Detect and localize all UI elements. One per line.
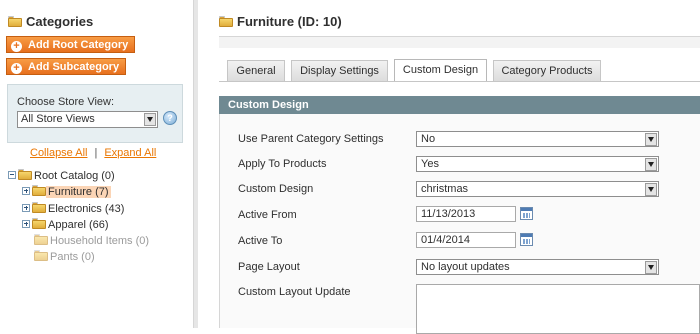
sidebar-title: Categories (8, 14, 93, 29)
collapse-all-link[interactable]: Collapse All (30, 147, 87, 159)
section-header: Custom Design (219, 96, 700, 114)
folder-icon (32, 185, 46, 196)
folder-icon (8, 16, 22, 27)
tree-node-root-catalog[interactable]: Root Catalog (0) (8, 169, 117, 183)
dropdown-arrow-icon (645, 183, 657, 196)
expand-toggle-icon[interactable] (22, 187, 30, 195)
folder-icon (34, 234, 48, 245)
tree-node-pants[interactable]: Pants (0) (34, 250, 97, 264)
tree-node-apparel[interactable]: Apparel (66) (22, 218, 111, 232)
tree-node-furniture[interactable]: Furniture (7) (22, 185, 111, 199)
active-from-input[interactable]: 11/13/2013 (416, 206, 516, 222)
calendar-icon[interactable] (520, 233, 533, 246)
help-icon[interactable]: ? (163, 111, 177, 125)
tree-controls: Collapse All | Expand All (30, 147, 156, 159)
custom-layout-update-textarea[interactable] (416, 284, 700, 334)
use-parent-settings-select[interactable]: No (416, 131, 659, 147)
folder-icon (219, 16, 233, 27)
store-view-label: Choose Store View: (17, 96, 115, 108)
tree-node-electronics[interactable]: Electronics (43) (22, 202, 126, 216)
tab-general[interactable]: General (227, 60, 285, 81)
page-title: Furniture (ID: 10) (219, 14, 342, 29)
folder-icon (32, 218, 46, 229)
custom-layout-update-label: Custom Layout Update (238, 286, 351, 298)
folder-icon (34, 250, 48, 261)
apply-to-products-select[interactable]: Yes (416, 156, 659, 172)
custom-design-label: Custom Design (238, 183, 314, 195)
tab-bar-line (219, 81, 700, 82)
link-separator: | (94, 147, 98, 159)
use-parent-settings-label: Use Parent Category Settings (238, 133, 384, 145)
page-layout-select[interactable]: No layout updates (416, 259, 659, 275)
dropdown-arrow-icon (144, 113, 156, 126)
plus-icon: + (11, 63, 22, 74)
tree-node-household-items[interactable]: Household Items (0) (34, 234, 151, 248)
expand-all-link[interactable]: Expand All (104, 147, 156, 159)
page-layout-label: Page Layout (238, 261, 300, 273)
tab-category-products[interactable]: Category Products (493, 60, 601, 81)
folder-icon (32, 202, 46, 213)
expand-toggle-icon[interactable] (22, 220, 30, 228)
header-strip (219, 37, 700, 48)
active-from-label: Active From (238, 209, 297, 221)
expand-toggle-icon[interactable] (22, 204, 30, 212)
dropdown-arrow-icon (645, 158, 657, 171)
folder-icon (18, 169, 32, 180)
apply-to-products-label: Apply To Products (238, 158, 327, 170)
active-to-label: Active To (238, 235, 283, 247)
collapse-toggle-icon[interactable] (8, 171, 16, 179)
custom-design-select[interactable]: christmas (416, 181, 659, 197)
add-root-category-button[interactable]: + Add Root Category (6, 36, 136, 53)
dropdown-arrow-icon (645, 261, 657, 274)
store-view-switcher: Choose Store View: All Store Views ? (7, 84, 183, 143)
dropdown-arrow-icon (645, 133, 657, 146)
active-to-input[interactable]: 01/4/2014 (416, 232, 516, 248)
calendar-icon[interactable] (520, 207, 533, 220)
tab-custom-design[interactable]: Custom Design (394, 59, 487, 81)
tab-display-settings[interactable]: Display Settings (291, 60, 388, 81)
sidebar-divider (193, 0, 198, 328)
category-sidebar: Categories + Add Root Category + Add Subca… (0, 0, 193, 328)
plus-icon: + (11, 41, 22, 52)
add-subcategory-button[interactable]: + Add Subcategory (6, 58, 127, 75)
store-view-select[interactable]: All Store Views (17, 111, 158, 128)
